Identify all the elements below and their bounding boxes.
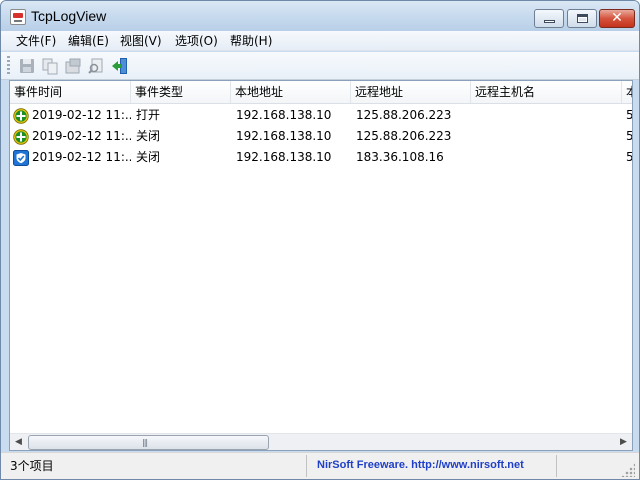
- remote-host-cell: [476, 126, 622, 147]
- column-header-event-time[interactable]: 事件时间: [10, 81, 131, 103]
- minimize-icon: [544, 20, 555, 23]
- nirsoft-link[interactable]: NirSoft Freeware. http://www.nirsoft.net: [317, 456, 524, 474]
- scrollbar-thumb[interactable]: |||: [28, 435, 269, 450]
- toolbar: [1, 52, 639, 80]
- close-icon: ✕: [611, 10, 623, 26]
- event-type-cell: 打开: [136, 108, 161, 122]
- table-row[interactable]: 2019-02-12 11:... 关闭 192.168.138.10 125.…: [10, 126, 632, 147]
- blue-shield-icon: [13, 150, 29, 166]
- table-row[interactable]: 2019-02-12 11:... 打开 192.168.138.10 125.…: [10, 105, 632, 126]
- menu-bar: 文件(F) 编辑(E) 视图(V) 选项(O) 帮助(H): [1, 31, 639, 51]
- menu-help[interactable]: 帮助(H): [226, 33, 276, 50]
- local-port-cell: 5: [626, 129, 633, 143]
- column-header-local-port[interactable]: 本: [622, 81, 632, 103]
- properties-button[interactable]: [64, 57, 82, 75]
- scroll-left-arrow-icon: ◀: [15, 437, 22, 447]
- save-icon: [20, 59, 34, 73]
- event-time-cell: 2019-02-12 11:...: [32, 150, 131, 164]
- scrollbar-grip-icon: |||: [142, 438, 148, 447]
- menu-edit[interactable]: 编辑(E): [64, 33, 113, 50]
- column-header-remote-host[interactable]: 远程主机名: [471, 81, 622, 103]
- exit-icon: [112, 58, 127, 74]
- copy-button[interactable]: [41, 57, 59, 75]
- properties-icon: [65, 58, 81, 74]
- save-button[interactable]: [18, 57, 36, 75]
- menu-view[interactable]: 视图(V): [116, 33, 166, 50]
- scroll-right-button[interactable]: ▶: [615, 434, 632, 450]
- horizontal-scrollbar[interactable]: ◀ ||| ▶: [10, 433, 632, 450]
- remote-host-cell: [476, 105, 622, 126]
- window-title: TcpLogView: [31, 8, 107, 24]
- local-address-cell: 192.168.138.10: [236, 129, 332, 143]
- maximize-icon: [577, 14, 588, 23]
- remote-host-cell: [476, 147, 622, 168]
- menu-file[interactable]: 文件(F): [12, 33, 60, 50]
- toolbar-grip[interactable]: [7, 56, 10, 76]
- title-bar[interactable]: TcpLogView ✕: [1, 1, 639, 31]
- remote-address-cell: 125.88.206.223: [356, 108, 452, 122]
- green-plus-icon: [13, 129, 29, 145]
- menu-options[interactable]: 选项(O): [171, 33, 222, 50]
- status-bar: 3个项目 NirSoft Freeware. http://www.nirsof…: [1, 452, 639, 479]
- status-divider: [306, 455, 307, 477]
- column-header-local-address[interactable]: 本地地址: [231, 81, 351, 103]
- local-port-cell: 5: [626, 108, 633, 122]
- maximize-button[interactable]: [567, 9, 597, 28]
- copy-icon: [42, 58, 58, 75]
- event-time-cell: 2019-02-12 11:...: [32, 108, 131, 122]
- app-window: TcpLogView ✕ 文件(F) 编辑(E) 视图(V) 选项(O) 帮助(…: [0, 0, 640, 480]
- find-button[interactable]: [87, 57, 105, 75]
- local-address-cell: 192.168.138.10: [236, 108, 332, 122]
- event-time-cell: 2019-02-12 11:...: [32, 129, 131, 143]
- local-address-cell: 192.168.138.10: [236, 150, 332, 164]
- event-type-cell: 关闭: [136, 150, 161, 164]
- minimize-button[interactable]: [534, 9, 564, 28]
- green-plus-icon: [13, 108, 29, 124]
- resize-grip-icon[interactable]: [621, 463, 635, 477]
- tcplogview-app-icon[interactable]: [10, 9, 26, 25]
- local-port-cell: 5: [626, 150, 633, 164]
- list-header: 事件时间 事件类型 本地地址 远程地址 远程主机名 本: [10, 81, 632, 104]
- event-type-cell: 关闭: [136, 129, 161, 143]
- connection-list[interactable]: 事件时间 事件类型 本地地址 远程地址 远程主机名 本 2019-02-12 1…: [9, 80, 633, 451]
- item-count: 3个项目: [10, 459, 54, 473]
- status-divider: [556, 455, 557, 477]
- column-header-remote-address[interactable]: 远程地址: [351, 81, 471, 103]
- find-icon: [88, 58, 103, 74]
- remote-address-cell: 183.36.108.16: [356, 150, 444, 164]
- scroll-right-arrow-icon: ▶: [620, 437, 627, 447]
- remote-address-cell: 125.88.206.223: [356, 129, 452, 143]
- close-button[interactable]: ✕: [599, 9, 635, 28]
- scroll-left-button[interactable]: ◀: [10, 434, 27, 450]
- exit-button[interactable]: [111, 57, 129, 75]
- table-row[interactable]: 2019-02-12 11:... 关闭 192.168.138.10 183.…: [10, 147, 632, 168]
- column-header-event-type[interactable]: 事件类型: [131, 81, 231, 103]
